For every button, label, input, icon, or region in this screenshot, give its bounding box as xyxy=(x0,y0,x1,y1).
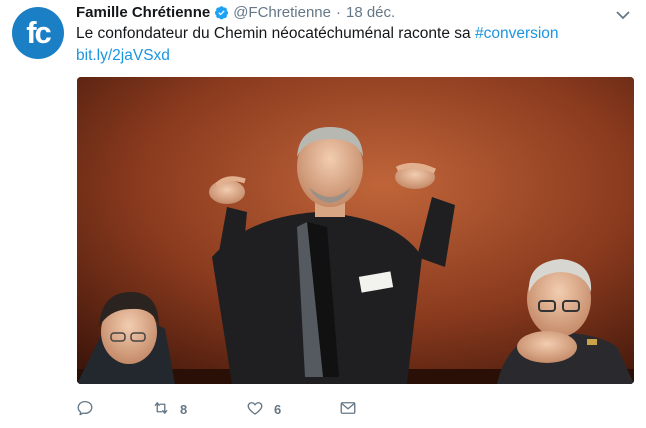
tweet-text: Le confondateur du Chemin néocatéchuména… xyxy=(76,23,636,67)
tweet-text-body: Le confondateur du Chemin néocatéchuména… xyxy=(76,25,475,42)
tweet-date[interactable]: 18 déc. xyxy=(346,4,395,21)
heart-icon xyxy=(246,399,264,420)
separator-dot: · xyxy=(335,3,341,21)
like-count: 6 xyxy=(274,401,282,417)
author-handle[interactable]: @FChretienne xyxy=(233,4,331,21)
short-link[interactable]: bit.ly/2jaVSxd xyxy=(76,47,170,64)
retweet-icon xyxy=(152,399,170,420)
tweet-header: Famille Chrétienne @FChretienne · 18 déc… xyxy=(76,2,395,22)
avatar[interactable]: fc xyxy=(12,7,64,59)
verified-badge-icon xyxy=(214,5,229,20)
hashtag-link[interactable]: #conversion xyxy=(475,25,559,42)
avatar-logo-text: fc xyxy=(26,15,52,50)
reply-button[interactable] xyxy=(76,399,152,420)
photo-illustration xyxy=(77,77,634,384)
author-name[interactable]: Famille Chrétienne xyxy=(76,4,210,21)
chevron-down-icon[interactable] xyxy=(616,7,630,20)
tweet-actions: 8 6 xyxy=(76,397,357,421)
retweet-count: 8 xyxy=(180,401,188,417)
tweet-photo[interactable] xyxy=(77,77,634,384)
reply-icon xyxy=(76,399,94,420)
retweet-button[interactable]: 8 xyxy=(152,399,246,420)
direct-message-button[interactable] xyxy=(339,399,357,420)
like-button[interactable]: 6 xyxy=(246,399,339,420)
envelope-icon xyxy=(339,399,357,420)
